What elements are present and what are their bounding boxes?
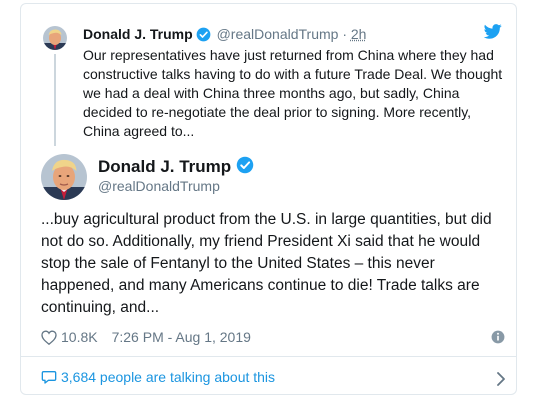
parent-time-ago[interactable]: 2h [351,26,367,42]
dot-separator: · [342,26,347,42]
like-count[interactable]: 10.8K [61,329,98,345]
parent-tweet-header: Donald J. Trump @realDonaldTrump · 2h [83,26,366,46]
tweet-meta: 10.8K 7:26 PM - Aug 1, 2019 [41,327,505,350]
info-icon[interactable] [491,329,505,349]
main-tweet-text: ...buy agricultural product from the U.S… [41,211,492,316]
parent-avatar[interactable] [43,26,67,50]
heart-icon[interactable] [41,330,57,350]
verified-badge-icon [196,27,211,46]
twitter-bird-icon[interactable] [483,24,502,44]
main-author-name[interactable]: Donald J. Trump [98,156,256,179]
embedded-tweet-card: Donald J. Trump @realDonaldTrump · 2h Ou… [20,3,517,395]
parent-handle[interactable]: @realDonaldTrump [217,26,339,42]
verified-badge-icon [236,156,254,179]
thread-connector-line [54,54,56,146]
talking-about-text[interactable]: 3,684 people are talking about this [61,369,275,385]
chevron-right-icon[interactable] [495,370,507,392]
talking-about-link[interactable]: 3,684 people are talking about this [41,366,505,391]
parent-tweet[interactable]: Donald J. Trump @realDonaldTrump · 2h Ou… [21,4,516,149]
main-avatar[interactable] [41,154,87,200]
parent-author-name[interactable]: Donald J. Trump [83,26,193,42]
speech-bubble-icon [41,369,57,391]
parent-tweet-text: Our representatives have just returned f… [83,47,503,139]
main-author-name-text[interactable]: Donald J. Trump [98,157,231,176]
tweet-timestamp[interactable]: 7:26 PM - Aug 1, 2019 [112,329,251,345]
footer-divider [21,356,516,357]
main-handle[interactable]: @realDonaldTrump [98,178,220,195]
